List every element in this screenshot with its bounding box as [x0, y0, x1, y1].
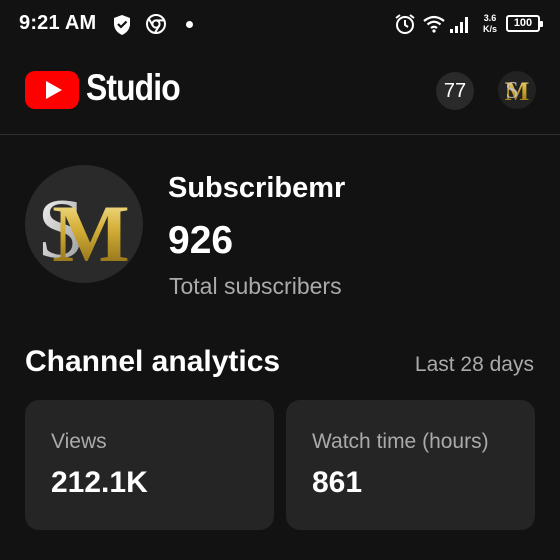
watch-time-card[interactable]: Watch time (hours) 861: [286, 400, 535, 530]
subscriber-label: Total subscribers: [169, 273, 342, 299]
signal-icon: [450, 17, 468, 33]
network-speed: 3.6 K/s: [478, 13, 502, 35]
studio-wordmark: Studio: [86, 67, 181, 108]
channel-monogram-logo-icon: S M: [37, 180, 130, 279]
views-card[interactable]: Views 212.1K: [25, 400, 274, 530]
channel-name: Subscribemr: [168, 172, 346, 204]
app-bar: Studio 77 M S: [0, 50, 560, 135]
status-time: 9:21 AM: [19, 12, 97, 34]
section-title: Channel analytics: [25, 345, 281, 378]
notification-dot-icon: [186, 21, 193, 28]
watch-time-value: 861: [312, 466, 363, 499]
notifications-button[interactable]: 77: [436, 72, 474, 110]
views-value: 212.1K: [51, 466, 148, 499]
svg-text:S: S: [505, 78, 518, 104]
network-speed-value: 3.6: [483, 13, 497, 23]
network-speed-unit: K/s: [482, 24, 497, 34]
shield-icon: [114, 15, 130, 35]
youtube-logo-icon[interactable]: [25, 71, 79, 109]
battery-icon: 100: [506, 15, 543, 32]
watch-time-label: Watch time (hours): [312, 430, 489, 453]
channel-avatar[interactable]: S M: [25, 165, 143, 283]
chrome-icon: [146, 14, 166, 34]
date-range-label: Last 28 days: [414, 353, 534, 376]
alarm-icon: [395, 14, 415, 34]
views-label: Views: [51, 430, 107, 453]
status-bar: 9:21 AM 3.6 K/s 100: [0, 0, 560, 50]
account-avatar[interactable]: M S: [498, 71, 536, 109]
svg-text:M: M: [52, 188, 129, 279]
subscriber-count: 926: [168, 219, 234, 262]
wifi-icon: [423, 15, 445, 33]
monogram-logo-icon: M S: [505, 77, 530, 106]
